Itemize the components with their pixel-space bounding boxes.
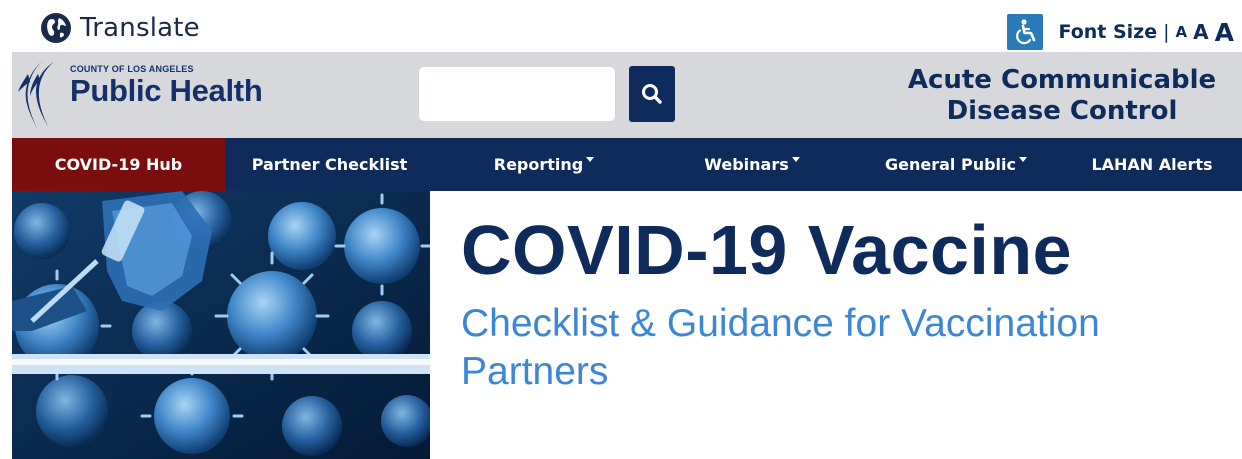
font-size-large-button[interactable]: A xyxy=(1215,18,1234,47)
translate-button[interactable]: Translate xyxy=(40,12,200,44)
font-size-separator: | xyxy=(1163,21,1170,43)
logo-text: COUNTY OF LOS ANGELES Public Health xyxy=(70,64,263,108)
page-subtitle: Checklist & Guidance for Vaccination Par… xyxy=(461,302,1100,393)
nav-item-label: General Public xyxy=(885,155,1016,174)
nav-item-general-public[interactable]: General Public xyxy=(850,138,1062,191)
nav-item-label: Reporting xyxy=(493,155,584,174)
department-line-2: Disease Control xyxy=(946,96,1178,126)
department-name[interactable]: Acute Communicable Disease Control xyxy=(892,65,1232,127)
font-size-medium-button[interactable]: A xyxy=(1193,20,1208,44)
font-size-controls: Font Size | A A A xyxy=(1006,14,1234,50)
public-health-logo[interactable]: COUNTY OF LOS ANGELES Public Health xyxy=(14,56,263,136)
nav-item-webinars[interactable]: Webinars xyxy=(654,138,850,191)
utility-bar: Translate Font Size | A A A xyxy=(0,0,1242,52)
globe-icon xyxy=(40,12,72,44)
caret-down-icon xyxy=(586,157,595,162)
hero-image xyxy=(12,191,430,459)
department-line-1: Acute Communicable xyxy=(907,65,1217,95)
site-header: COUNTY OF LOS ANGELES Public Health Acut… xyxy=(12,52,1242,138)
page-title: COVID-19 Vaccine xyxy=(461,211,1073,289)
caret-down-icon xyxy=(791,157,800,162)
nav-item-label: LAHAN Alerts xyxy=(1091,155,1213,174)
search-input[interactable] xyxy=(419,67,615,121)
caret-down-icon xyxy=(1019,157,1027,162)
search-button[interactable] xyxy=(629,66,675,122)
nav-item-lahan-alerts[interactable]: LAHAN Alerts xyxy=(1062,138,1242,191)
accessibility-icon[interactable] xyxy=(1006,14,1043,50)
search-icon xyxy=(642,84,662,104)
font-size-label: Font Size xyxy=(1058,21,1158,43)
nav-item-reporting[interactable]: Reporting xyxy=(434,138,654,191)
logo-emblem-icon xyxy=(18,60,54,130)
nav-item-label: Webinars xyxy=(704,155,789,174)
nav-item-label: COVID-19 Hub xyxy=(54,155,183,174)
font-size-small-button[interactable]: A xyxy=(1176,23,1188,41)
main-nav: COVID-19 Hub Partner Checklist Reporting… xyxy=(12,138,1242,191)
translate-label: Translate xyxy=(80,13,200,43)
nav-item-partner-checklist[interactable]: Partner Checklist xyxy=(225,138,434,191)
nav-item-label: Partner Checklist xyxy=(251,155,408,174)
nav-item-covid-19-hub[interactable]: COVID-19 Hub xyxy=(12,138,225,191)
logo-name-text: Public Health xyxy=(70,73,263,108)
